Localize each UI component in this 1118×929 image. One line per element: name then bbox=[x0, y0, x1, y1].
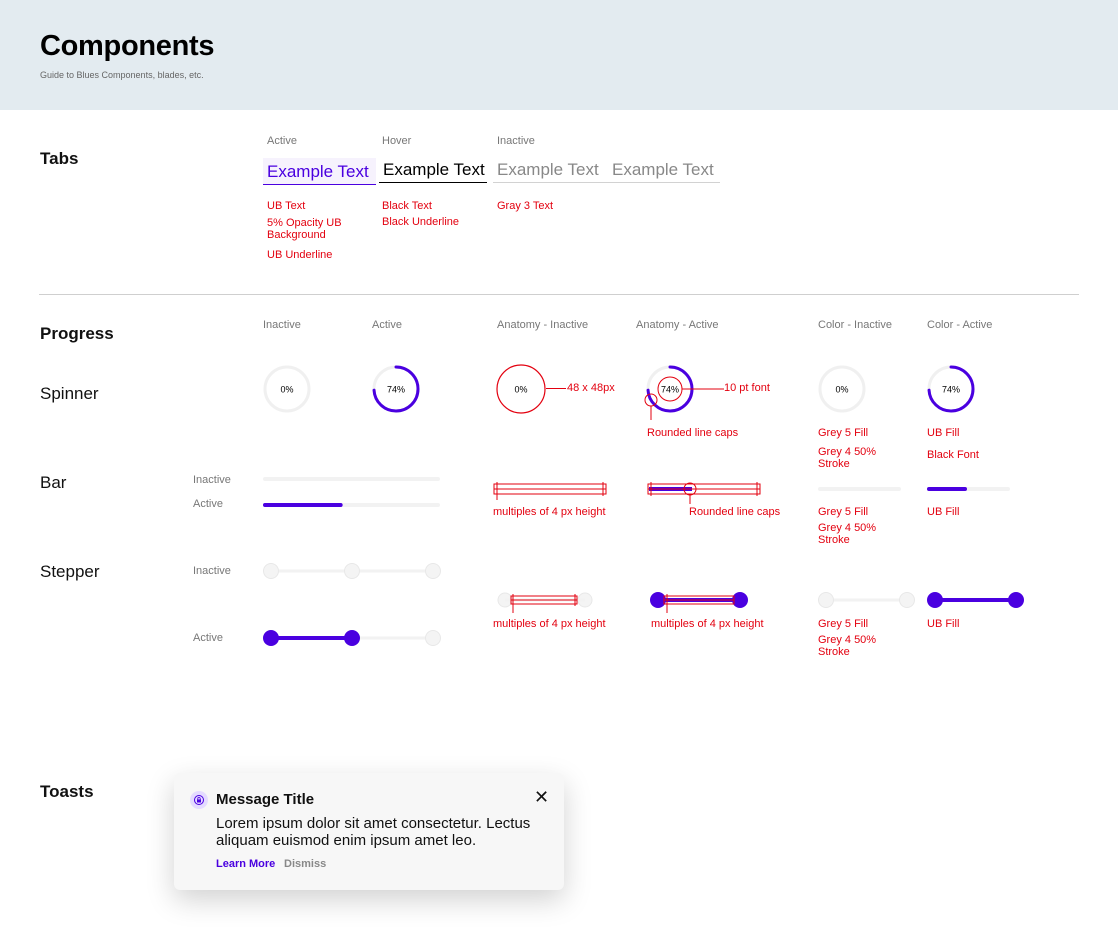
tabs-note-black-text: Black Text bbox=[382, 200, 432, 212]
spinner-anatomy-caps-note: Rounded line caps bbox=[647, 427, 739, 439]
tabs-note-ub-underline: UB Underline bbox=[267, 249, 333, 261]
page-title: Components bbox=[40, 30, 215, 62]
tabs-label-active: Active bbox=[267, 135, 297, 147]
stepper-color-active bbox=[927, 592, 1024, 608]
stepper-color-inactive-note-stroke: Grey 4 50% Stroke bbox=[818, 634, 877, 658]
spinner-inactive-value: 0% bbox=[280, 385, 293, 395]
spinner-inactive: 0% bbox=[263, 365, 311, 413]
spinner-color-inactive: 0% bbox=[818, 365, 866, 413]
tabs-section-title: Tabs bbox=[40, 149, 79, 168]
bar-color-inactive-note-fill: Grey 5 Fill bbox=[818, 506, 869, 518]
tabs-note-opacity: 5% Opacity UB Background bbox=[267, 217, 342, 241]
stepper-color-active-note-fill: UB Fill bbox=[927, 618, 960, 630]
progress-col-anatomy-inactive: Anatomy - Inactive bbox=[497, 319, 589, 331]
progress-section-title: Progress bbox=[40, 324, 114, 343]
bar-anatomy-height-note: multiples of 4 px height bbox=[493, 506, 606, 518]
stepper-anatomy-active-height-note: multiples of 4 px height bbox=[651, 618, 764, 630]
stepper-active bbox=[263, 630, 441, 646]
progress-col-inactive: Inactive bbox=[263, 319, 301, 331]
bar-color-inactive-note-stroke: Grey 4 50% Stroke bbox=[818, 522, 877, 546]
progress-col-color-inactive: Color - Inactive bbox=[818, 319, 892, 331]
bar-color-active-note-fill: UB Fill bbox=[927, 506, 960, 518]
bar-active-fill bbox=[263, 503, 343, 507]
spinner-active: 74% bbox=[372, 365, 420, 413]
tabs-label-inactive: Inactive bbox=[497, 135, 535, 147]
spinner-color-active: 74% bbox=[927, 365, 975, 413]
spinner-color-inactive-note-stroke: Grey 4 50% Stroke bbox=[818, 446, 877, 470]
spinner-color-active-value: 74% bbox=[942, 385, 960, 395]
spinner-anatomy-size-note: 48 x 48px bbox=[567, 382, 615, 394]
tab-inactive-1[interactable]: Example Text bbox=[493, 156, 608, 183]
bar-anatomy-caps-note: Rounded line caps bbox=[689, 506, 781, 518]
spinner-anatomy-active-value: 74% bbox=[661, 385, 679, 395]
tabs-label-hover: Hover bbox=[382, 135, 412, 147]
toast-body: Lorem ipsum dolor sit amet consectetur. … bbox=[216, 815, 531, 849]
stepper-anatomy-inactive bbox=[497, 592, 593, 613]
toast: Message Title ✕ Lorem ipsum dolor sit am… bbox=[174, 773, 564, 890]
stepper-state-inactive: Inactive bbox=[193, 565, 231, 577]
spinner-color-inactive-note-fill: Grey 5 Fill bbox=[818, 427, 869, 439]
progress-col-anatomy-active: Anatomy - Active bbox=[636, 319, 719, 331]
bar-active bbox=[263, 503, 440, 507]
bar-anatomy-active bbox=[647, 482, 761, 504]
spinner-color-inactive-value: 0% bbox=[835, 385, 848, 395]
page-subtitle: Guide to Blues Components, blades, etc. bbox=[40, 70, 204, 80]
tab-active[interactable]: Example Text bbox=[263, 158, 376, 185]
progress-col-active: Active bbox=[372, 319, 402, 331]
stepper-anatomy-height-note: multiples of 4 px height bbox=[493, 618, 606, 630]
bar-color-active bbox=[927, 487, 1010, 491]
tabs-note-ub-text: UB Text bbox=[267, 200, 306, 212]
lock-icon bbox=[190, 791, 208, 809]
spinner-active-value: 74% bbox=[387, 385, 405, 395]
close-icon[interactable]: ✕ bbox=[534, 787, 549, 808]
stepper-state-active: Active bbox=[193, 632, 223, 644]
tabs-note-gray-text: Gray 3 Text bbox=[497, 200, 554, 212]
bar-state-inactive: Inactive bbox=[193, 474, 231, 486]
stepper-color-inactive-note-fill: Grey 5 Fill bbox=[818, 618, 869, 630]
progress-col-color-active: Color - Active bbox=[927, 319, 993, 331]
tab-hover[interactable]: Example Text bbox=[379, 156, 487, 183]
learn-more-link[interactable]: Learn More bbox=[216, 858, 275, 870]
spinner-anatomy-size-leader bbox=[546, 388, 566, 389]
dismiss-link[interactable]: Dismiss bbox=[284, 858, 326, 870]
spinner-color-active-note-font: Black Font bbox=[927, 449, 979, 461]
bar-inactive bbox=[263, 477, 440, 481]
stepper-inactive bbox=[263, 563, 441, 579]
section-divider bbox=[39, 294, 1079, 295]
spinner-anatomy-active: 74% bbox=[644, 365, 724, 420]
bar-row-title: Bar bbox=[40, 473, 67, 492]
spinner-anatomy-inactive: 0% bbox=[496, 364, 546, 414]
bar-state-active: Active bbox=[193, 498, 223, 510]
toast-title: Message Title bbox=[216, 791, 315, 808]
stepper-anatomy-active bbox=[650, 592, 748, 613]
toasts-section-title: Toasts bbox=[40, 782, 94, 801]
spinner-anatomy-font-note: 10 pt font bbox=[724, 382, 770, 394]
stepper-color-inactive bbox=[818, 592, 915, 608]
bar-color-inactive bbox=[818, 487, 901, 491]
tab-inactive-2[interactable]: Example Text bbox=[608, 156, 720, 183]
spinner-anatomy-inactive-value: 0% bbox=[514, 385, 527, 395]
tabs-note-black-underline: Black Underline bbox=[382, 216, 460, 228]
spinner-row-title: Spinner bbox=[40, 384, 99, 403]
bar-anatomy-inactive bbox=[493, 482, 607, 500]
spinner-color-active-note-fill: UB Fill bbox=[927, 427, 960, 439]
stepper-row-title: Stepper bbox=[40, 562, 100, 581]
